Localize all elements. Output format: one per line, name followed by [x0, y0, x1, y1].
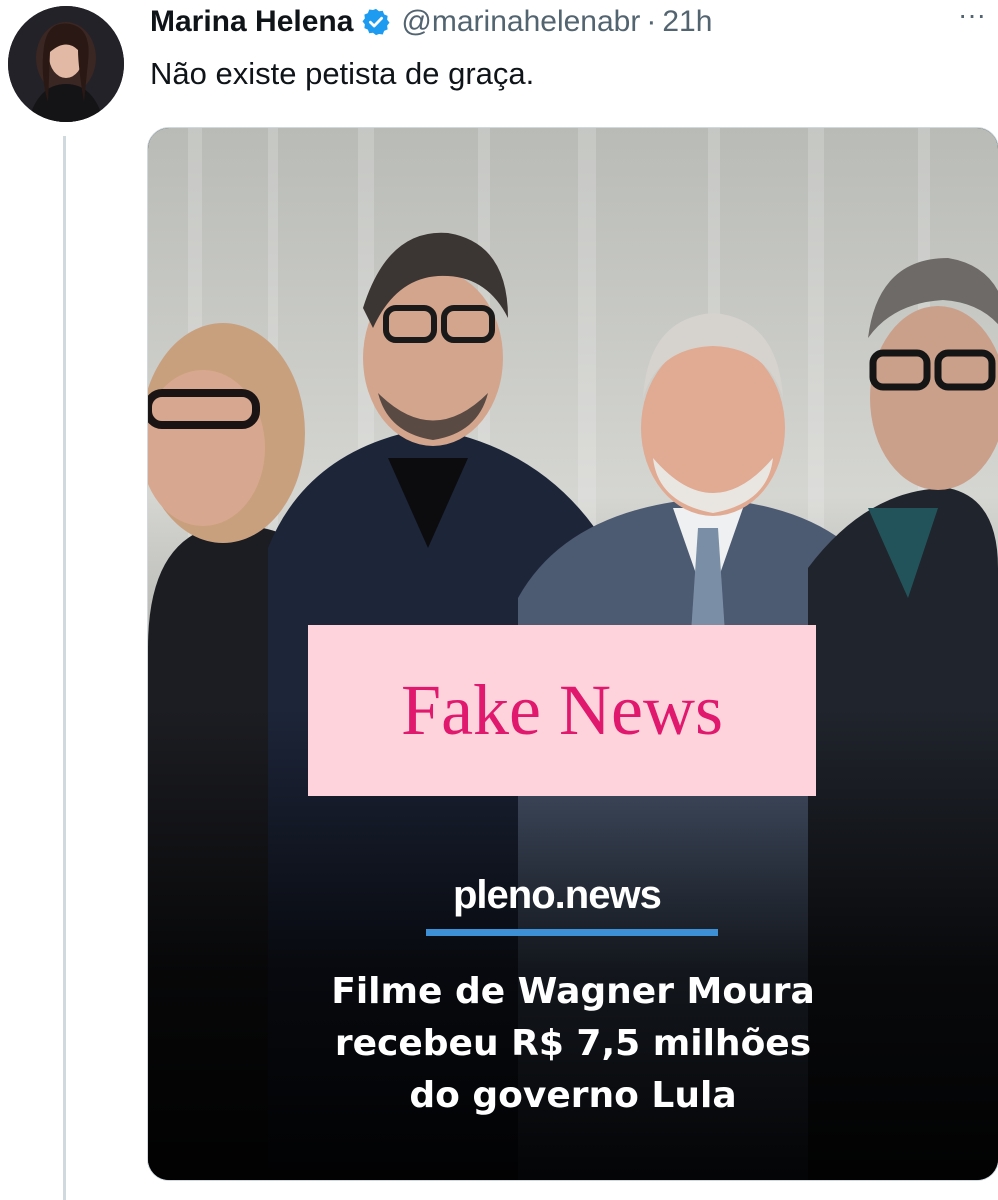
tweet-text: Não existe petista de graça. — [150, 56, 535, 91]
tweet-timestamp[interactable]: 21h — [662, 5, 712, 39]
more-horizontal-icon[interactable]: ··· — [952, 1, 992, 36]
verified-badge-icon — [361, 7, 391, 37]
avatar[interactable] — [8, 6, 124, 122]
brand-logo: pleno.news — [453, 873, 662, 917]
thread-line — [63, 136, 66, 1200]
fake-news-label: Fake News — [308, 625, 816, 796]
headline-line: Filme de Wagner Moura — [331, 971, 815, 1012]
brand-underline — [426, 929, 718, 936]
author-handle[interactable]: @marinahelenabr — [401, 5, 640, 39]
tweet-media[interactable]: Fake News pleno.news Filme de Wagner Mou… — [147, 127, 998, 1181]
headline-line: do governo Lula — [409, 1075, 737, 1116]
headline-line: recebeu R$ 7,5 milhões — [334, 1023, 812, 1064]
author-name[interactable]: Marina Helena — [150, 5, 353, 39]
tweet-header: Marina Helena @marinahelenabr · 21h — [150, 0, 986, 44]
avatar-image — [8, 6, 124, 122]
media-headline: Filme de Wagner Moura recebeu R$ 7,5 mil… — [258, 966, 888, 1122]
fake-news-label-text: Fake News — [401, 670, 723, 750]
header-separator: · — [646, 5, 657, 38]
